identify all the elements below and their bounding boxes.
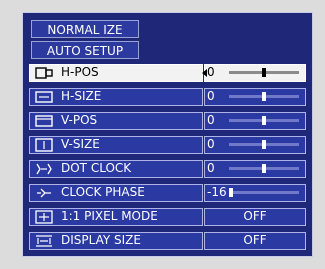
- menu-item-value: OFF: [243, 233, 267, 247]
- pixel-mode-icon: [35, 209, 53, 224]
- menu-item-label: V-POS: [61, 113, 98, 127]
- menu-item-v-pos[interactable]: V-POS 0: [29, 111, 308, 132]
- menu-item-label: H-POS: [61, 65, 99, 79]
- menu-item-value: OFF: [243, 209, 267, 223]
- value-slider[interactable]: [229, 68, 299, 77]
- slider-knob[interactable]: [262, 140, 266, 149]
- auto-setup-button[interactable]: AUTO SETUP: [31, 41, 139, 59]
- h-pos-icon: [35, 65, 53, 79]
- menu-item-value: -16: [207, 185, 227, 199]
- v-pos-icon: [35, 113, 53, 127]
- menu-item-value: 0: [207, 137, 215, 151]
- h-size-icon: [35, 89, 53, 103]
- slider-knob[interactable]: [229, 188, 233, 197]
- display-size-icon: [35, 233, 53, 247]
- slider-knob[interactable]: [262, 164, 266, 173]
- slider-knob[interactable]: [262, 68, 266, 77]
- value-slider[interactable]: [229, 164, 299, 173]
- dot-clock-icon: [35, 161, 53, 175]
- setup-menu-panel: NORMAL IZE AUTO SETUP H-POS 0 H-SIZE 0 V…: [22, 12, 313, 257]
- menu-item-value: 0: [207, 65, 215, 79]
- clock-phase-icon: [35, 185, 53, 199]
- menu-item-display-size[interactable]: DISPLAY SIZE OFF: [29, 231, 308, 252]
- value-slider[interactable]: [229, 140, 299, 149]
- menu-item-label: DOT CLOCK: [61, 161, 132, 175]
- menu-item-value: 0: [207, 161, 215, 175]
- menu-item-clock-phase[interactable]: CLOCK PHASE -16: [29, 183, 308, 204]
- value-slider[interactable]: [229, 188, 299, 197]
- slider-knob[interactable]: [262, 116, 266, 125]
- menu-item-pixel-mode[interactable]: 1:1 PIXEL MODE OFF: [29, 207, 308, 228]
- menu-item-label: DISPLAY SIZE: [61, 233, 141, 247]
- menu-item-value: 0: [207, 89, 215, 103]
- normalize-button[interactable]: NORMAL IZE: [31, 20, 139, 38]
- menu-item-label: V-SIZE: [61, 137, 100, 151]
- menu-item-value: 0: [207, 113, 215, 127]
- v-size-icon: [35, 137, 53, 152]
- menu-item-h-size[interactable]: H-SIZE 0: [29, 87, 308, 108]
- menu-item-label: 1:1 PIXEL MODE: [61, 209, 158, 223]
- menu-item-dot-clock[interactable]: DOT CLOCK 0: [29, 159, 308, 180]
- menu-item-label: CLOCK PHASE: [61, 185, 145, 199]
- value-slider[interactable]: [229, 92, 299, 101]
- menu-item-h-pos[interactable]: H-POS 0: [29, 63, 308, 84]
- value-slider[interactable]: [229, 116, 299, 125]
- slider-knob[interactable]: [262, 92, 266, 101]
- menu-item-label: H-SIZE: [61, 89, 102, 103]
- menu-item-v-size[interactable]: V-SIZE 0: [29, 135, 308, 156]
